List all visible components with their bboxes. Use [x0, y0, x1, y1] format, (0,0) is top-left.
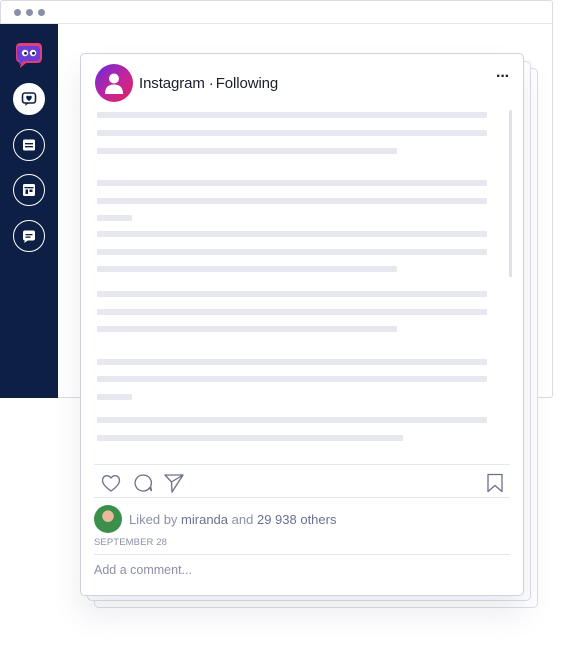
- store-icon: [23, 184, 35, 196]
- sidebar-item-store[interactable]: [13, 174, 45, 206]
- sidebar-item-favorites[interactable]: [13, 83, 45, 115]
- placeholder-line: [97, 376, 487, 382]
- feed-icon: [23, 139, 35, 151]
- post-date: SEPTEMBER 28: [94, 537, 168, 548]
- window-dot: [14, 9, 21, 16]
- placeholder-line: [97, 215, 132, 221]
- likes-and: and: [231, 511, 254, 527]
- likes-summary: Liked by miranda and 29 938 others: [94, 505, 336, 533]
- likes-others-count[interactable]: 29 938 others: [257, 512, 337, 527]
- follow-status[interactable]: Following: [216, 75, 279, 92]
- window-dot: [38, 9, 45, 16]
- sidebar: [0, 24, 58, 398]
- message-icon: [23, 230, 35, 243]
- heart-icon[interactable]: [100, 472, 122, 494]
- account-name[interactable]: Instagram: [139, 75, 205, 92]
- separator: ·: [208, 74, 214, 92]
- placeholder-line: [97, 148, 397, 154]
- more-options-icon[interactable]: ···: [496, 69, 510, 85]
- placeholder-line: [97, 231, 487, 237]
- sidebar-item-messages[interactable]: [13, 220, 45, 252]
- instagram-post-card: Instagram · Following ··· Liked by miran…: [80, 53, 524, 596]
- sidebar-item-feed[interactable]: [13, 129, 45, 161]
- placeholder-line: [97, 130, 487, 136]
- bookmark-icon[interactable]: [484, 472, 506, 494]
- divider: [94, 554, 510, 555]
- comment-icon[interactable]: [132, 472, 154, 494]
- user-icon: [105, 73, 123, 94]
- placeholder-line: [97, 359, 487, 365]
- placeholder-line: [97, 180, 487, 186]
- placeholder-line: [97, 435, 403, 441]
- liker-username[interactable]: miranda: [181, 512, 228, 527]
- placeholder-line: [97, 394, 132, 400]
- browser-title-bar: [1, 1, 552, 24]
- scrollbar[interactable]: [509, 110, 512, 277]
- add-comment-input[interactable]: Add a comment...: [94, 563, 192, 577]
- placeholder-line: [97, 112, 487, 118]
- chat-bot-logo-icon[interactable]: [14, 39, 44, 69]
- liker-avatar[interactable]: [94, 505, 122, 533]
- placeholder-line: [97, 417, 487, 423]
- placeholder-line: [97, 309, 487, 315]
- share-icon[interactable]: [163, 472, 185, 494]
- placeholder-line: [97, 291, 487, 297]
- post-actions: [94, 464, 510, 498]
- window-dot: [26, 9, 33, 16]
- post-content-placeholder: [97, 109, 489, 449]
- placeholder-line: [97, 266, 397, 272]
- post-account-line: Instagram · Following: [139, 75, 278, 92]
- placeholder-line: [97, 198, 487, 204]
- placeholder-line: [97, 326, 397, 332]
- post-header: Instagram · Following: [95, 64, 278, 102]
- heart-chat-icon: [21, 92, 37, 106]
- likes-prefix: Liked by: [129, 511, 178, 527]
- avatar[interactable]: [95, 64, 133, 102]
- placeholder-line: [97, 249, 487, 255]
